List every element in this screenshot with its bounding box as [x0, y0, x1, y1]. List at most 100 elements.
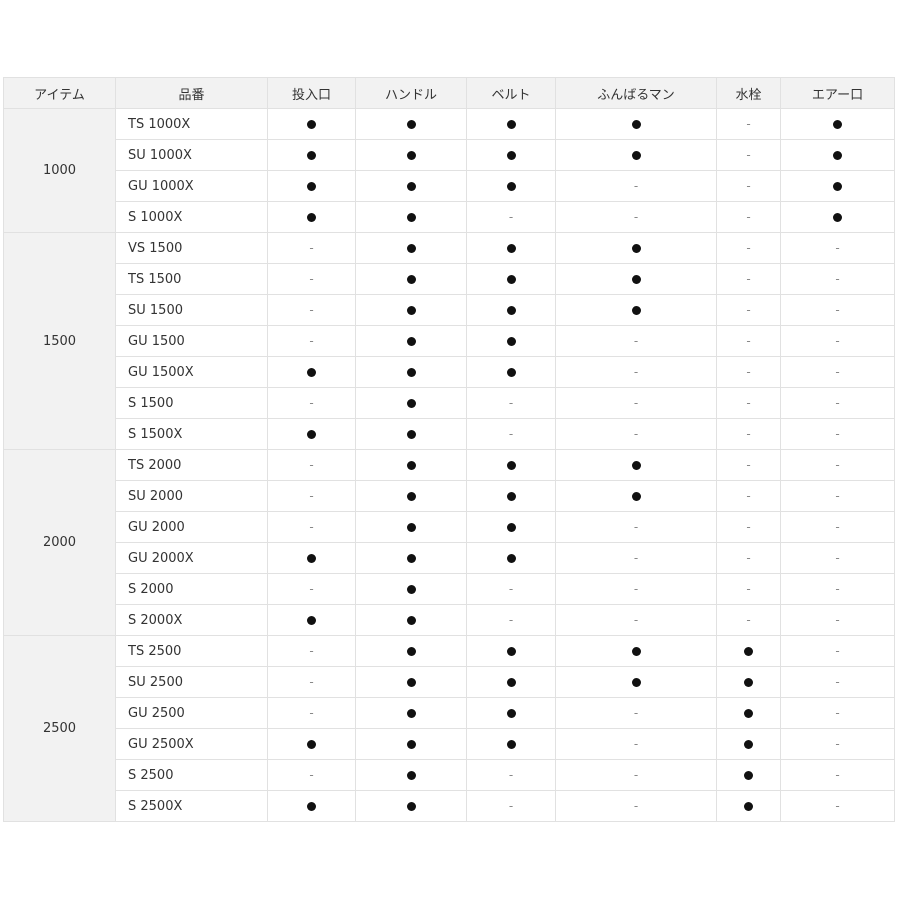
dash-mark: - — [746, 519, 751, 534]
filled-dot-icon — [506, 181, 516, 191]
inlet-cell: - — [267, 263, 356, 295]
table-row: S 1000X - - - — [4, 201, 895, 233]
inlet-cell — [267, 356, 356, 388]
dash-mark: - — [746, 581, 751, 596]
dash-mark: - — [746, 457, 751, 472]
belt-cell — [466, 294, 556, 326]
faucet-cell: - — [716, 232, 781, 264]
model-cell: SU 1000X — [115, 139, 268, 171]
model-cell: GU 2500 — [115, 697, 268, 729]
model-cell: TS 1000X — [115, 108, 268, 140]
dash-mark: - — [309, 519, 314, 534]
belt-cell — [466, 232, 556, 264]
funbaruman-cell — [555, 635, 717, 667]
table-row: SU 1500 - - - — [4, 294, 895, 326]
inlet-cell — [267, 201, 356, 233]
model-cell: S 2500X — [115, 790, 268, 822]
header-handle: ハンドル — [355, 77, 467, 109]
handle-cell — [355, 108, 467, 140]
belt-cell — [466, 666, 556, 698]
handle-cell — [355, 511, 467, 543]
table-body: 1000 TS 1000X - SU 1000X - GU 1000X - - S 1000X -… — [3, 108, 895, 822]
dash-mark: - — [746, 395, 751, 410]
model-cell: GU 1500 — [115, 325, 268, 357]
dash-mark: - — [746, 178, 751, 193]
dash-mark: - — [835, 581, 840, 596]
dash-mark: - — [309, 395, 314, 410]
belt-cell — [466, 325, 556, 357]
air-port-cell: - — [780, 263, 895, 295]
dash-mark: - — [309, 271, 314, 286]
filled-dot-icon — [744, 770, 753, 780]
model-cell: S 2000X — [115, 604, 268, 636]
faucet-cell: - — [716, 356, 781, 388]
dash-mark: - — [508, 426, 514, 441]
filled-dot-icon — [406, 274, 416, 284]
dash-mark: - — [835, 426, 840, 441]
inlet-cell — [267, 418, 356, 450]
inlet-cell: - — [267, 666, 356, 698]
filled-dot-icon — [506, 460, 516, 470]
filled-dot-icon — [406, 739, 416, 749]
funbaruman-cell — [555, 449, 717, 481]
belt-cell — [466, 356, 556, 388]
dash-mark: - — [835, 674, 840, 689]
belt-cell: - — [466, 759, 556, 791]
model-cell: S 2500 — [115, 759, 268, 791]
air-port-cell: - — [780, 294, 895, 326]
dash-mark: - — [309, 488, 314, 503]
handle-cell — [355, 449, 467, 481]
filled-dot-icon — [307, 615, 316, 625]
faucet-cell: - — [716, 604, 781, 636]
table-row: GU 2000X - - - — [4, 542, 895, 574]
funbaruman-cell — [555, 480, 717, 512]
handle-cell — [355, 356, 467, 388]
inlet-cell — [267, 108, 356, 140]
item-cell: 1500 — [3, 232, 116, 450]
table-row: SU 2500 - - — [4, 666, 895, 698]
belt-cell — [466, 449, 556, 481]
filled-dot-icon — [506, 367, 516, 377]
dash-mark: - — [508, 209, 514, 224]
air-port-cell — [780, 108, 895, 140]
dash-mark: - — [508, 767, 514, 782]
belt-cell — [466, 728, 556, 760]
model-cell: TS 1500 — [115, 263, 268, 295]
handle-cell — [355, 325, 467, 357]
funbaruman-cell: - — [555, 325, 717, 357]
filled-dot-icon — [631, 460, 641, 470]
funbaruman-cell — [555, 139, 717, 171]
faucet-cell — [716, 790, 781, 822]
handle-cell — [355, 635, 467, 667]
funbaruman-cell: - — [555, 728, 717, 760]
air-port-cell: - — [780, 325, 895, 357]
belt-cell — [466, 263, 556, 295]
dash-mark: - — [633, 581, 639, 596]
filled-dot-icon — [506, 708, 516, 718]
air-port-cell: - — [780, 573, 895, 605]
filled-dot-icon — [506, 336, 516, 346]
table-row: SU 1000X - — [4, 139, 895, 171]
inlet-cell — [267, 790, 356, 822]
faucet-cell: - — [716, 542, 781, 574]
item-cell: 1000 — [3, 108, 116, 233]
model-cell: GU 2000X — [115, 542, 268, 574]
dash-mark: - — [633, 364, 639, 379]
handle-cell — [355, 263, 467, 295]
filled-dot-icon — [506, 739, 516, 749]
table-row: GU 2500 - - - — [4, 697, 895, 729]
handle-cell — [355, 480, 467, 512]
filled-dot-icon — [631, 119, 641, 129]
dash-mark: - — [746, 240, 751, 255]
filled-dot-icon — [506, 243, 516, 253]
belt-cell: - — [466, 418, 556, 450]
handle-cell — [355, 573, 467, 605]
dash-mark: - — [835, 240, 840, 255]
filled-dot-icon — [506, 305, 516, 315]
funbaruman-cell: - — [555, 542, 717, 574]
handle-cell — [355, 170, 467, 202]
table-row: S 2500X - - - — [4, 790, 895, 822]
item-cell: 2000 — [3, 449, 116, 636]
faucet-cell: - — [716, 480, 781, 512]
handle-cell — [355, 294, 467, 326]
